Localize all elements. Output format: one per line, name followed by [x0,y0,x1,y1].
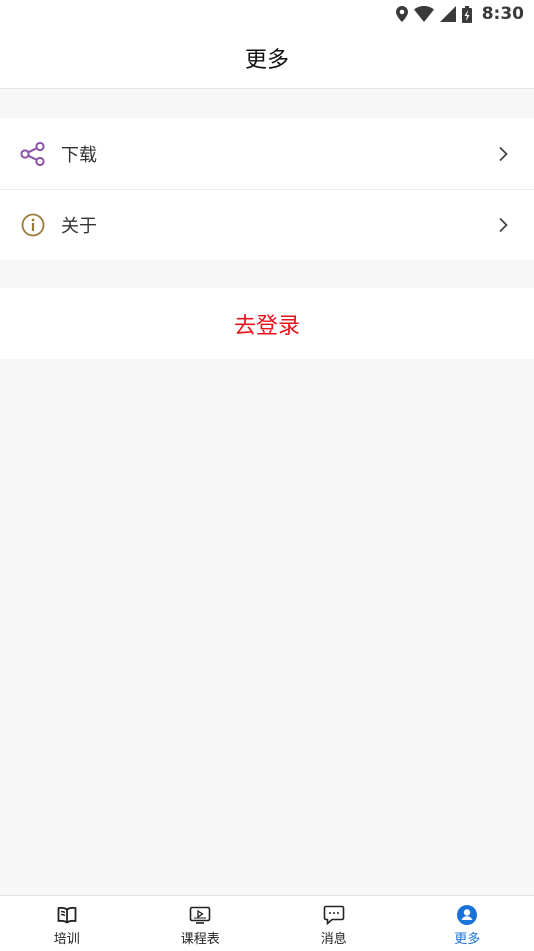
menu-item-download[interactable]: 下载 [0,118,534,189]
chevron-right-icon [496,216,510,234]
page-title: 更多 [245,42,289,74]
location-icon [396,6,408,22]
battery-icon [462,6,472,23]
tab-training[interactable]: 培训 [0,896,134,951]
video-screen-icon [189,904,211,926]
login-label: 去登录 [234,308,300,340]
tab-label: 培训 [54,928,80,947]
user-circle-icon [456,904,478,926]
menu-list: 下载 关于 [0,118,534,260]
login-button[interactable]: 去登录 [0,288,534,359]
menu-item-label: 关于 [61,212,496,238]
status-time: 8:30 [482,4,524,24]
tab-label: 更多 [454,928,480,947]
tab-schedule[interactable]: 课程表 [134,896,268,951]
tab-label: 消息 [321,928,347,947]
signal-icon [440,6,456,22]
menu-item-about[interactable]: 关于 [0,189,534,260]
chat-bubble-icon [323,904,345,926]
wifi-icon [414,6,434,22]
tab-more[interactable]: 更多 [401,896,534,951]
book-icon [56,904,78,926]
status-bar: 8:30 [0,0,534,28]
header: 更多 [0,28,534,89]
share-icon [20,141,46,167]
chevron-right-icon [496,145,510,163]
bottom-tab-bar: 培训 课程表 消息 [0,895,534,951]
tab-messages[interactable]: 消息 [267,896,401,951]
info-icon [20,212,46,238]
menu-item-label: 下载 [61,141,496,167]
tab-label: 课程表 [181,928,220,947]
